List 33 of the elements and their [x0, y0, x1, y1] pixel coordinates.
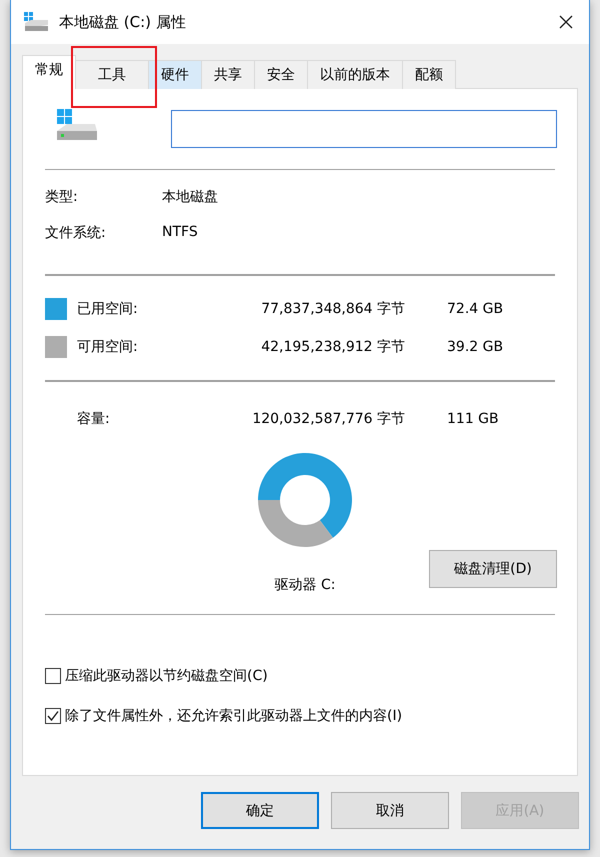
drive-name-field[interactable]: [171, 110, 557, 148]
space-label: 可用空间:: [77, 338, 138, 356]
checkbox[interactable]: [45, 668, 61, 684]
tab[interactable]: 配额: [402, 60, 456, 89]
tab[interactable]: 工具: [75, 60, 149, 89]
checkbox-label: 除了文件属性外，还允许索引此驱动器上文件的内容(I): [65, 707, 402, 725]
property-value: NTFS: [162, 224, 199, 240]
space-label: 已用空间:: [77, 300, 138, 318]
capacity-label: 容量:: [77, 410, 110, 428]
drive-icon: [55, 109, 99, 143]
window-title: 本地磁盘 (C:) 属性: [59, 12, 187, 32]
dialog-button[interactable]: 确定: [201, 792, 319, 829]
size-value: 111 GB: [446, 411, 500, 427]
byte-count: 77,837,348,864 字节: [260, 300, 405, 318]
byte-count: 42,195,238,912 字节: [260, 338, 405, 356]
dialog-button[interactable]: 取消: [331, 792, 449, 829]
tab[interactable]: 常规: [22, 55, 76, 89]
tab[interactable]: 以前的版本: [307, 60, 403, 89]
disk-cleanup-button[interactable]: 磁盘清理(D): [429, 550, 557, 588]
tab[interactable]: 硬件: [148, 60, 202, 89]
tab[interactable]: 共享: [201, 60, 255, 89]
drive-icon: [23, 12, 49, 32]
property-value: 本地磁盘: [162, 188, 219, 206]
close-icon[interactable]: [559, 15, 573, 29]
byte-count: 120,032,587,776 字节: [251, 410, 405, 428]
tab[interactable]: 安全: [254, 60, 308, 89]
size-value: 72.4 GB: [446, 301, 504, 317]
size-value: 39.2 GB: [446, 339, 504, 355]
checkbox[interactable]: [45, 708, 61, 724]
property-label: 文件系统:: [45, 224, 107, 242]
checkbox-label: 压缩此驱动器以节约磁盘空间(C): [65, 667, 268, 685]
property-label: 类型:: [45, 188, 79, 206]
drive-label: 驱动器 C:: [274, 576, 336, 594]
